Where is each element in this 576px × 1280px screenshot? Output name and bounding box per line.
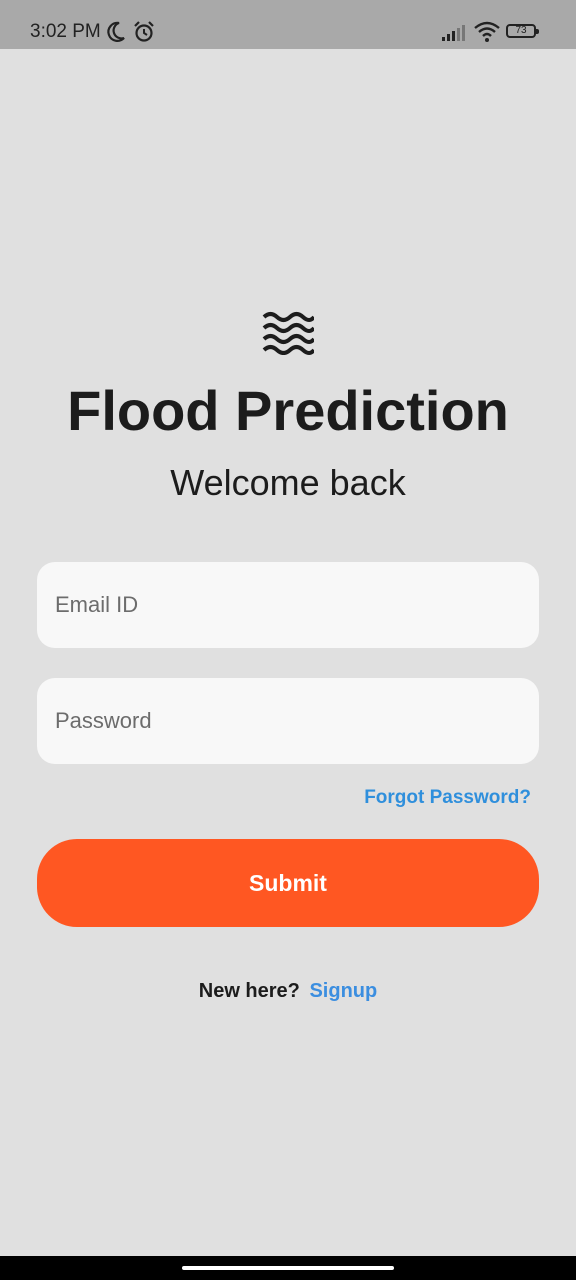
signal-icon <box>442 25 465 41</box>
submit-button[interactable]: Submit <box>37 839 539 927</box>
moon-icon <box>107 21 125 42</box>
battery-icon: 73 <box>506 24 539 38</box>
app-title: Flood Prediction <box>67 379 509 442</box>
home-indicator[interactable] <box>182 1266 394 1270</box>
signup-row: New here? Signup <box>0 978 576 1004</box>
password-input[interactable] <box>37 678 539 764</box>
alarm-icon <box>134 21 154 42</box>
status-time: 3:02 PM <box>30 21 101 42</box>
signup-link[interactable]: Signup <box>309 980 377 1002</box>
new-here-text: New here? <box>198 980 300 1002</box>
welcome-subtitle: Welcome back <box>170 462 406 503</box>
status-bar: 3:02 PM 73 <box>0 0 576 49</box>
battery-level: 73 <box>515 25 527 36</box>
email-input[interactable] <box>37 562 539 648</box>
navigation-bar <box>0 1256 576 1280</box>
waves-icon <box>262 312 314 355</box>
forgot-password-link[interactable]: Forgot Password? <box>364 786 531 810</box>
wifi-icon <box>474 21 500 42</box>
